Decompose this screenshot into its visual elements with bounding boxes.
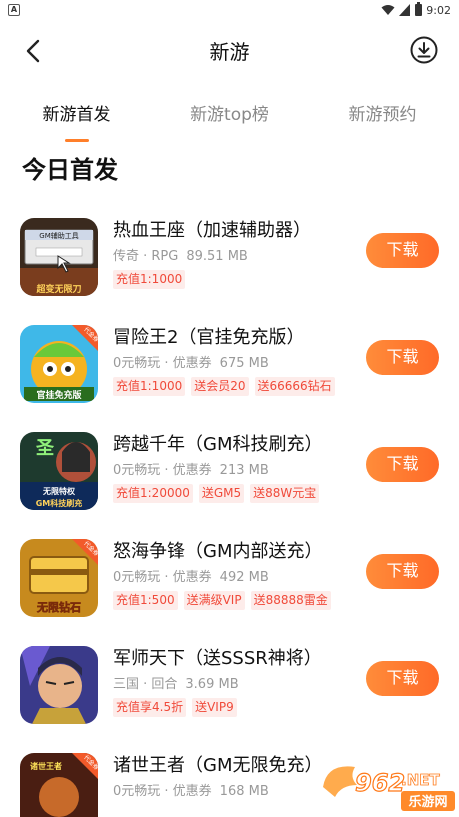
- game-meta: 0元畅玩 · 优惠券 675 MB: [113, 356, 269, 371]
- tag-list: 充值1:1000 送会员20 送66666钻石: [113, 377, 349, 396]
- game-meta: 0元畅玩 · 优惠券 213 MB: [113, 463, 269, 478]
- game-icon[interactable]: 代金券 官挂免充版: [20, 325, 98, 403]
- notification-icon: A: [8, 4, 20, 16]
- icon-text: 无限特权: [42, 486, 76, 496]
- promo-tag: 送VIP9: [192, 698, 237, 717]
- list-item[interactable]: 圣 无限特权 GM科技刷充 跨越千年（GM科技刷充） 0元畅玩 · 优惠券 213…: [0, 424, 459, 531]
- promo-tag: 送88W元宝: [250, 484, 320, 503]
- tag-list: 充值1:20000 送GM5 送88W元宝: [113, 484, 349, 503]
- site-watermark: 962 .NET 乐游网: [319, 757, 459, 817]
- game-icon[interactable]: 圣 无限特权 GM科技刷充: [20, 432, 98, 510]
- game-icon[interactable]: GM辅助工具 超变无限刀: [20, 218, 98, 296]
- promo-tag: 送88888雷金: [250, 591, 331, 610]
- back-arrow-icon: [26, 39, 40, 63]
- game-name: 怒海争锋（GM内部送充）: [113, 541, 323, 562]
- status-time: 9:02: [426, 3, 451, 17]
- icon-text: 超变无限刀: [35, 283, 81, 295]
- top-bar: 新游: [0, 20, 459, 80]
- battery-icon: [415, 2, 423, 16]
- promo-tag: 送会员20: [191, 377, 249, 396]
- icon-text: GM辅助工具: [39, 231, 78, 240]
- download-button[interactable]: 下载: [366, 233, 439, 268]
- tab-reservations[interactable]: 新游预约: [306, 80, 459, 132]
- promo-tag: 充值享4.5折: [113, 698, 187, 717]
- list-item[interactable]: GM辅助工具 超变无限刀 热血王座（加速辅助器） 传奇 · RPG 89.51 M…: [0, 210, 459, 317]
- download-button[interactable]: 下载: [366, 447, 439, 482]
- icon-text: 诸世王者: [30, 761, 62, 771]
- promo-tag: 送GM5: [198, 484, 245, 503]
- promo-tag: 送满级VIP: [183, 591, 245, 610]
- wifi-icon: [381, 5, 395, 15]
- status-bar: A 9:02: [0, 0, 459, 20]
- icon-text: 圣: [35, 438, 55, 459]
- promo-tag: 充值1:1000: [113, 377, 186, 396]
- promo-tag: 充值1:500: [113, 591, 178, 610]
- tab-top-chart[interactable]: 新游top榜: [153, 80, 306, 132]
- game-meta: 三国 · 回合 3.69 MB: [113, 677, 239, 692]
- icon-text: 无限钻石: [36, 600, 81, 614]
- game-name: 冒险王2（官挂免充版）: [113, 327, 305, 348]
- list-item[interactable]: 代金券 官挂免充版 冒险王2（官挂免充版） 0元畅玩 · 优惠券 675 MB 充…: [0, 317, 459, 424]
- watermark-site-name: 乐游网: [408, 794, 447, 810]
- game-name: 军师天下（送SSSR神将）: [113, 648, 322, 669]
- game-meta: 传奇 · RPG 89.51 MB: [113, 249, 248, 264]
- download-manager-button[interactable]: [409, 35, 439, 65]
- icon-text: GM科技刷充: [36, 498, 83, 508]
- download-button[interactable]: 下载: [366, 661, 439, 696]
- watermark-number: 962: [355, 769, 405, 797]
- tag-list: 充值享4.5折 送VIP9: [113, 698, 349, 717]
- list-item[interactable]: 军师天下（送SSSR神将） 三国 · 回合 3.69 MB 充值享4.5折 送VI…: [0, 638, 459, 745]
- game-icon[interactable]: 诸世王者 代金券: [20, 753, 98, 817]
- tab-new-releases[interactable]: 新游首发: [0, 80, 153, 142]
- list-item[interactable]: 代金券 无限钻石 怒海争锋（GM内部送充） 0元畅玩 · 优惠券 492 MB 充…: [0, 531, 459, 638]
- game-list: GM辅助工具 超变无限刀 热血王座（加速辅助器） 传奇 · RPG 89.51 M…: [0, 210, 459, 817]
- game-name: 热血王座（加速辅助器）: [113, 220, 311, 241]
- game-meta: 0元畅玩 · 优惠券 492 MB: [113, 570, 269, 585]
- promo-tag: 充值1:20000: [113, 484, 193, 503]
- game-icon[interactable]: [20, 646, 98, 724]
- game-name: 诸世王者（GM无限免充）: [113, 755, 323, 776]
- download-circle-icon: [410, 36, 438, 64]
- back-button[interactable]: [18, 36, 48, 66]
- page-title: 新游: [209, 39, 250, 64]
- game-name: 跨越千年（GM科技刷充）: [113, 434, 323, 455]
- tag-list: 充值1:1000: [113, 270, 349, 289]
- icon-text: 官挂免充版: [36, 389, 81, 401]
- watermark-domain: .NET: [401, 771, 440, 789]
- promo-tag: 送66666钻石: [254, 377, 335, 396]
- signal-icon: [399, 4, 411, 16]
- download-button[interactable]: 下载: [366, 340, 439, 375]
- game-icon[interactable]: 代金券 无限钻石: [20, 539, 98, 617]
- tag-list: 充值1:500 送满级VIP 送88888雷金: [113, 591, 349, 610]
- download-button[interactable]: 下载: [366, 554, 439, 589]
- promo-tag: 充值1:1000: [113, 270, 186, 289]
- game-meta: 0元畅玩 · 优惠券 168 MB: [113, 784, 269, 799]
- tab-bar: 新游首发 新游top榜 新游预约: [0, 80, 459, 142]
